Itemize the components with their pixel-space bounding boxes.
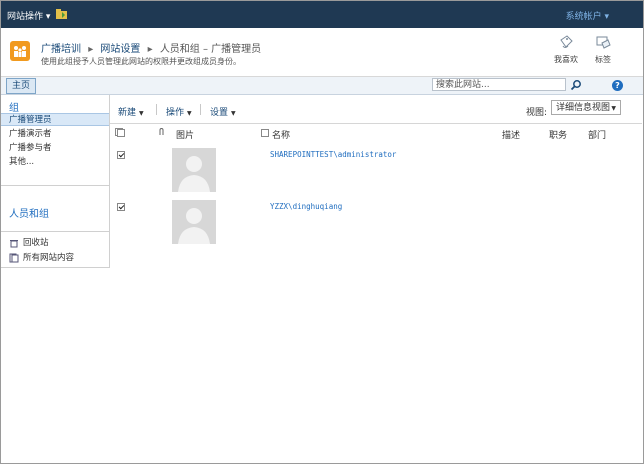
recycle-bin-label: 回收站 (23, 238, 49, 248)
search-input[interactable]: 搜索此网站... (432, 78, 566, 91)
user-menu[interactable]: 系统帐户 ▾ (566, 9, 609, 22)
chevron-down-icon: ▼ (139, 110, 144, 117)
person-placeholder-icon (178, 208, 210, 244)
chevron-down-icon: ▼ (611, 105, 616, 112)
row-checkbox[interactable] (117, 151, 125, 159)
page-description: 使用此组授予人员管理此网站的权限并更改组成员身份。 (41, 57, 241, 66)
breadcrumb-site[interactable]: 广播培训 (41, 44, 81, 55)
row-checkbox[interactable] (117, 203, 125, 211)
recycle-bin-link[interactable]: 回收站 (9, 237, 49, 250)
column-title[interactable]: 职务 (549, 128, 567, 141)
site-logo-icon (10, 41, 30, 61)
recycle-bin-icon (10, 239, 18, 247)
breadcrumb-current: 人员和组 – 广播管理员 (159, 44, 262, 55)
chevron-down-icon: ▼ (187, 110, 192, 117)
group-item-more[interactable]: 其他... (1, 156, 109, 169)
site-content-icon (9, 253, 19, 262)
view-select[interactable]: 详细信息视图 ▼ (551, 100, 621, 115)
all-site-content-link[interactable]: 所有网站内容 (9, 252, 74, 265)
column-about[interactable]: 描述 (502, 128, 520, 141)
column-picture[interactable]: 图片 (176, 128, 194, 141)
breadcrumb: 广播培训 ▸ 网站设置 ▸ 人员和组 – 广播管理员 (41, 40, 261, 55)
tags-notes-icon (596, 36, 611, 49)
new-menu-label: 新建 (118, 108, 137, 118)
help-icon[interactable]: ? (612, 80, 623, 91)
column-name[interactable]: 名称 (272, 128, 290, 141)
attachment-icon (159, 128, 164, 135)
name-column-checkbox[interactable] (261, 129, 269, 137)
settings-menu-label: 设置 (210, 108, 229, 118)
group-item-admins[interactable]: 广播管理员 (1, 113, 109, 126)
chevron-down-icon: ▼ (231, 110, 236, 117)
divider (200, 104, 201, 115)
like-tag-icon (560, 35, 573, 48)
top-bar: 网站操作 ▾ 系统帐户 ▾ (1, 1, 643, 28)
user-avatar (172, 148, 216, 192)
tab-home[interactable]: 主页 (6, 78, 37, 94)
people-and-groups-heading[interactable]: 人员和组 (9, 205, 49, 220)
search-icon[interactable] (569, 78, 583, 92)
user-name-link[interactable]: SHAREPOINTTEST\administrator (270, 150, 396, 159)
new-menu[interactable]: 新建 ▼ (118, 105, 144, 118)
column-headers: 图片 名称 描述 职务 部门 (110, 124, 642, 141)
tags-label: 标签 (595, 55, 611, 64)
divider (1, 231, 109, 232)
page-header: 广播培训 ▸ 网站设置 ▸ 人员和组 – 广播管理员 使用此组授予人员管理此网站… (1, 28, 643, 77)
groups-heading[interactable]: 组 (9, 99, 19, 114)
top-nav-bar: 主页 搜索此网站... ? (1, 77, 643, 95)
all-site-content-label: 所有网站内容 (23, 253, 75, 263)
breadcrumb-separator-icon: ▸ (88, 44, 94, 55)
like-button[interactable]: 我喜欢 (552, 34, 580, 65)
table-row[interactable]: YZZX\dinghuqiang (110, 199, 642, 251)
select-all-icon[interactable] (115, 128, 125, 137)
divider (1, 185, 109, 186)
person-placeholder-icon (178, 156, 210, 192)
user-name-link[interactable]: YZZX\dinghuqiang (270, 202, 342, 211)
settings-menu[interactable]: 设置 ▼ (210, 105, 236, 118)
main-content: 新建 ▼ 操作 ▼ 设置 ▼ 视图: 详细信息视图 ▼ 图片 名称 描述 职务 部门 … (110, 95, 642, 463)
group-item-presenters[interactable]: 广播演示者 (1, 128, 109, 141)
like-label: 我喜欢 (554, 55, 578, 64)
actions-menu-label: 操作 (166, 108, 185, 118)
divider (156, 104, 157, 115)
group-item-attendees[interactable]: 广播参与者 (1, 142, 109, 155)
tags-notes-button[interactable]: 标签 (589, 34, 617, 65)
actions-menu[interactable]: 操作 ▼ (166, 105, 192, 118)
list-toolbar: 新建 ▼ 操作 ▼ 设置 ▼ 视图: 详细信息视图 ▼ (110, 95, 642, 124)
column-department[interactable]: 部门 (588, 128, 606, 141)
view-label: 视图: (526, 108, 548, 118)
breadcrumb-separator-icon: ▸ (147, 44, 153, 55)
view-select-value: 详细信息视图 (556, 103, 611, 113)
breadcrumb-site-settings[interactable]: 网站设置 (100, 44, 140, 55)
table-row[interactable]: SHAREPOINTTEST\administrator (110, 147, 642, 199)
site-actions-menu[interactable]: 网站操作 ▾ (7, 9, 50, 22)
navigate-up-icon[interactable] (56, 9, 67, 19)
quick-launch: 组 广播管理员 广播演示者 广播参与者 其他... 人员和组 回收站 所有网站内… (1, 95, 110, 268)
user-avatar (172, 200, 216, 244)
